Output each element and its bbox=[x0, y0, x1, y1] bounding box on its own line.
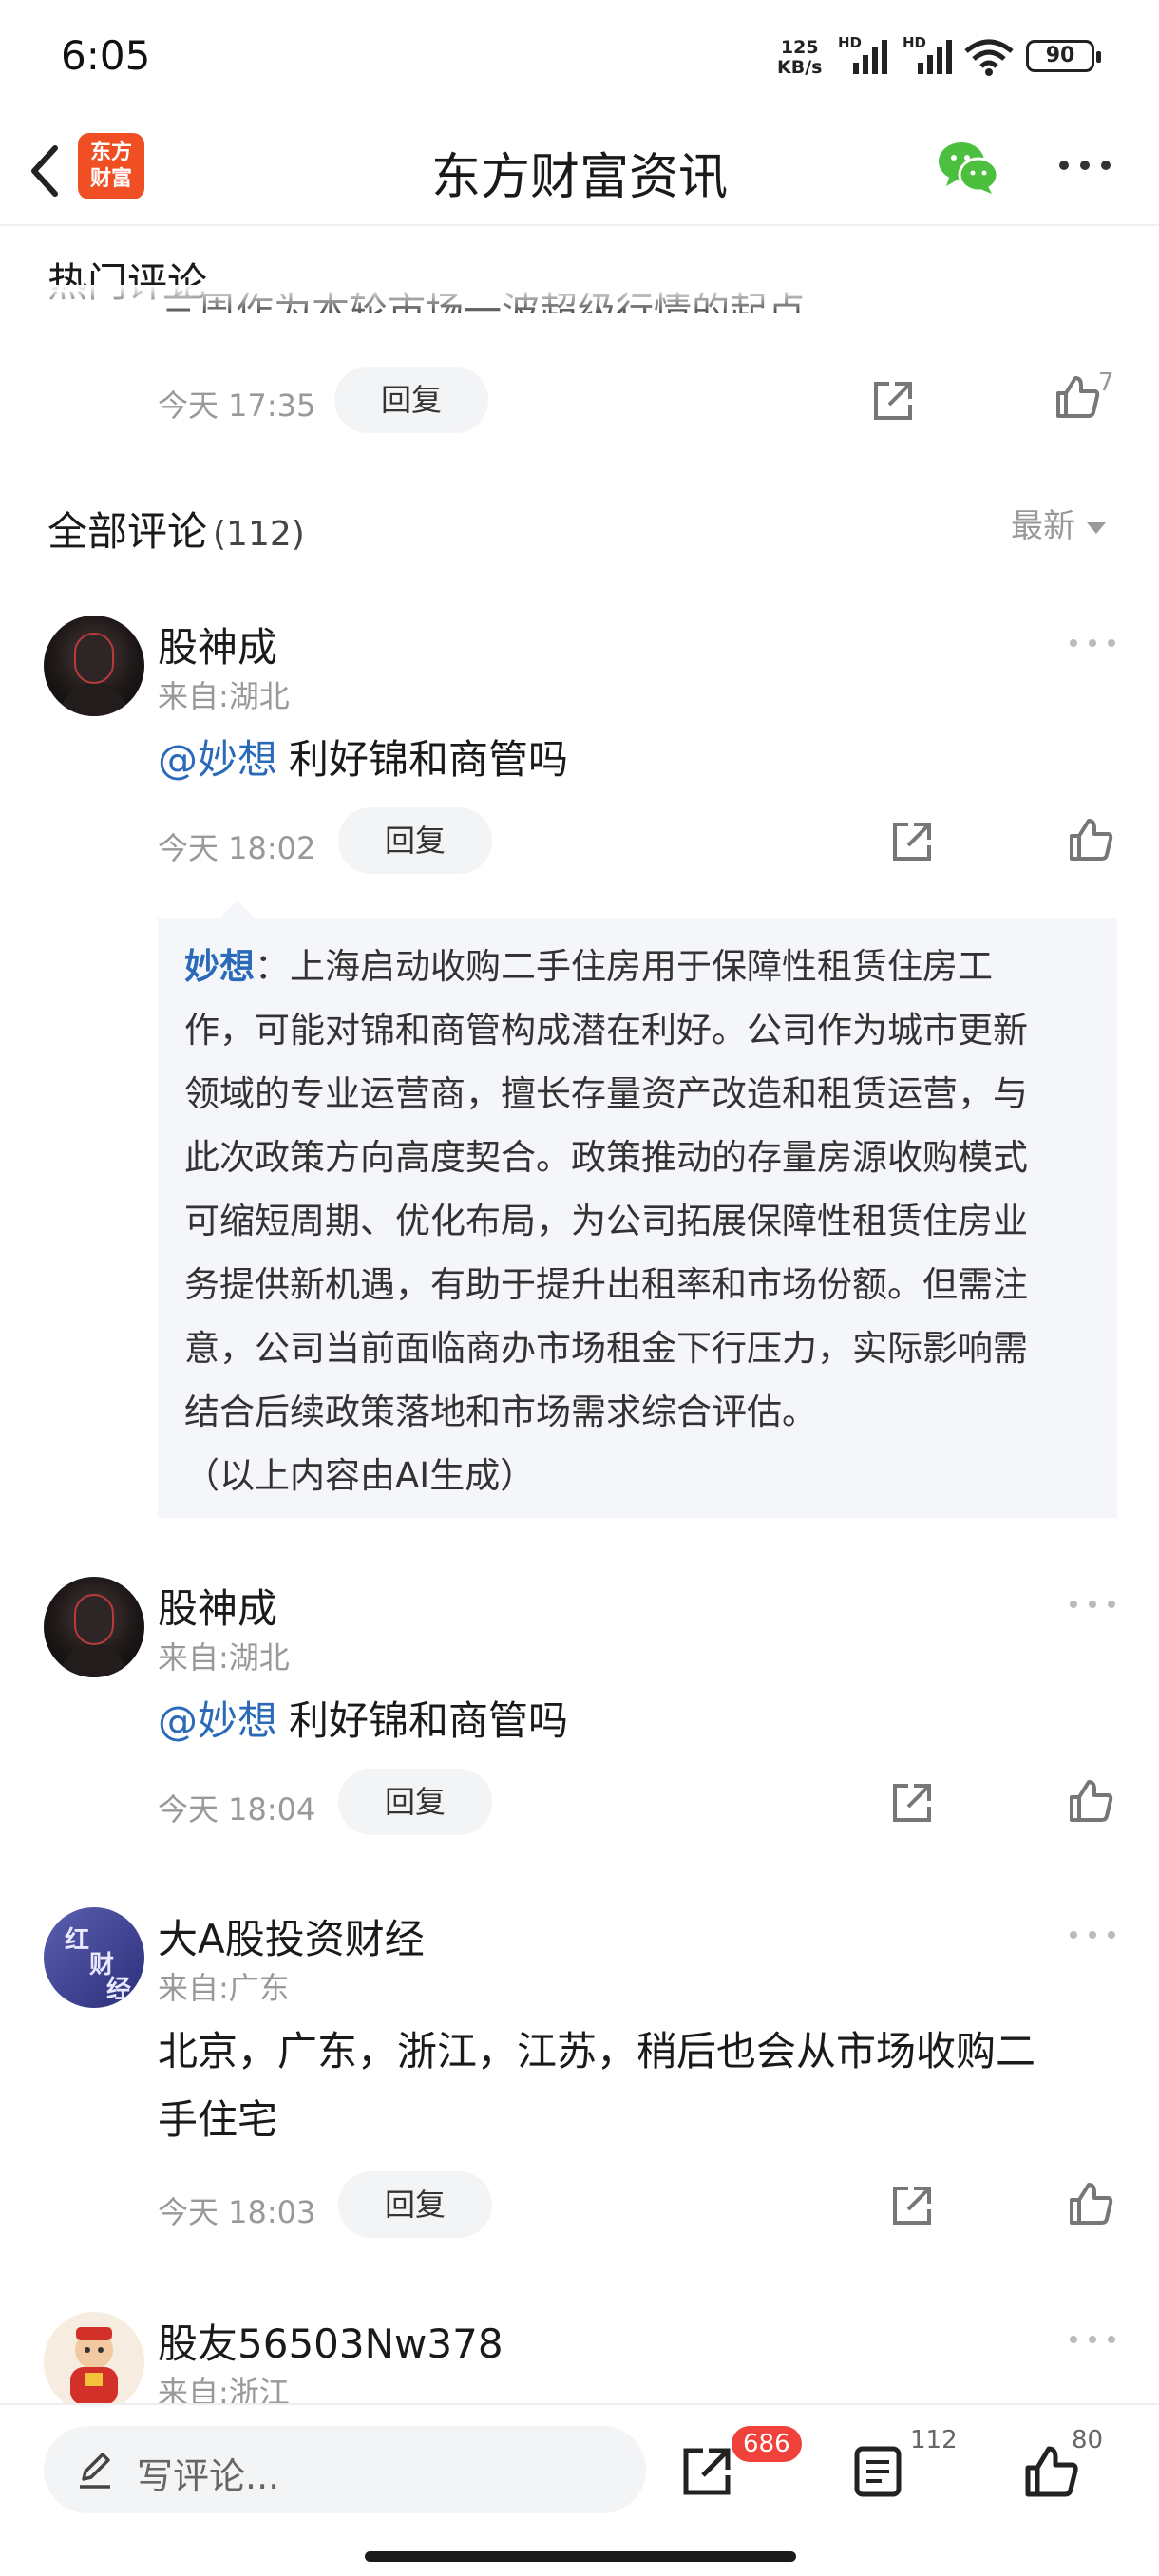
wechat-share-button[interactable] bbox=[937, 135, 999, 198]
comment-text: 北京，广东，浙江，江苏，稍后也会从市场收购二 手住宅 bbox=[158, 2017, 1036, 2154]
comment-text: @妙想 利好锦和商管吗 bbox=[158, 1687, 568, 1755]
comment-time: 今天 18:04 bbox=[158, 1791, 316, 1828]
ai-reply-author[interactable]: 妙想 bbox=[184, 946, 255, 987]
like-icon[interactable] bbox=[1066, 1776, 1115, 1826]
network-speed-value: 125 bbox=[780, 37, 819, 58]
comment-time: 今天 17:35 bbox=[158, 388, 316, 424]
ai-generated-note: （以上内容由AI生成） bbox=[184, 1455, 536, 1496]
status-time: 6:05 bbox=[61, 32, 151, 79]
all-comments-label: 全部评论 bbox=[48, 508, 208, 555]
bottom-action-bar: 写评论... 686 112 80 bbox=[0, 2403, 1159, 2576]
like-count: 80 bbox=[1072, 2426, 1104, 2454]
all-comments-title: 全部评论 (112) bbox=[48, 500, 305, 558]
network-speed: 125 KB/s bbox=[777, 38, 822, 78]
comment-body: 利好锦和商管吗 bbox=[289, 736, 569, 783]
avatar[interactable] bbox=[44, 1577, 144, 1677]
reply-button[interactable]: 回复 bbox=[338, 1769, 492, 1835]
ai-reply-line: 结合后续政策落地和市场需求综合评估。 bbox=[184, 1392, 817, 1432]
more-dots-icon bbox=[1059, 161, 1111, 170]
reply-button[interactable]: 回复 bbox=[338, 2171, 492, 2238]
like-icon[interactable] bbox=[1066, 2179, 1115, 2228]
like-icon[interactable] bbox=[1053, 372, 1102, 422]
more-options-button[interactable] bbox=[1056, 156, 1113, 175]
sort-dropdown[interactable]: 最新 bbox=[1011, 500, 1106, 546]
logo-line-2: 财富 bbox=[89, 167, 132, 191]
like-button[interactable] bbox=[1022, 2443, 1079, 2500]
avatar[interactable]: 红财经 bbox=[44, 1907, 144, 2008]
share-icon[interactable] bbox=[868, 376, 918, 426]
comment-total-count: (112) bbox=[213, 515, 305, 554]
wechat-icon bbox=[939, 142, 999, 194]
back-arrow-icon bbox=[31, 145, 58, 197]
ai-reply-pointer bbox=[220, 900, 255, 918]
ai-reply-line: 意，公司当前面临商办市场租金下行压力，实际影响需 bbox=[184, 1328, 1028, 1369]
reply-button[interactable]: 回复 bbox=[338, 807, 492, 874]
sort-label: 最新 bbox=[1011, 507, 1075, 545]
user-location: 来自:广东 bbox=[158, 1970, 290, 2006]
signal-icon: HD bbox=[836, 34, 891, 82]
username[interactable]: 大A股投资财经 bbox=[158, 1907, 425, 1965]
share-icon[interactable] bbox=[887, 817, 937, 866]
user-location: 来自:湖北 bbox=[158, 678, 290, 714]
ai-reply-line: 可缩短周期、优化布局，为公司拓展保障性租赁住房业 bbox=[184, 1201, 1028, 1241]
comment-more-icon[interactable] bbox=[1070, 636, 1117, 650]
signal-hd-label: HD bbox=[838, 34, 863, 51]
share-count-badge: 686 bbox=[732, 2426, 802, 2462]
ai-reply-line: 务提供新机遇，有助于提升出租率和市场份额。但需注 bbox=[184, 1264, 1028, 1305]
comment-more-icon[interactable] bbox=[1070, 2333, 1117, 2346]
mention-link[interactable]: @妙想 bbox=[158, 1697, 277, 1744]
battery-indicator: 90 bbox=[1026, 40, 1101, 72]
pencil-icon bbox=[80, 2453, 110, 2489]
ai-reply-box: 妙想：上海启动收购二手住房用于保障性租赁住房工 作，可能对锦和商管构成潜在利好。… bbox=[158, 918, 1117, 1518]
home-indicator[interactable] bbox=[365, 2551, 796, 2562]
network-speed-unit: KB/s bbox=[777, 57, 823, 78]
caret-down-icon bbox=[1087, 521, 1106, 534]
signal-icon-2: HD bbox=[901, 34, 956, 82]
comment-time: 今天 18:03 bbox=[158, 2194, 316, 2230]
user-location: 来自:湖北 bbox=[158, 1639, 290, 1676]
comment-body-line: 北京，广东，浙江，江苏，稍后也会从市场收购二 bbox=[158, 2028, 1036, 2074]
mention-link[interactable]: @妙想 bbox=[158, 736, 277, 783]
comment-list-icon bbox=[854, 2446, 902, 2497]
ai-reply-line: 此次政策方向高度契合。政策推动的存量房源收购模式 bbox=[184, 1137, 1028, 1178]
wifi-icon bbox=[963, 38, 1015, 80]
logo-line-1: 东方 bbox=[89, 141, 132, 164]
write-comment-placeholder: 写评论... bbox=[137, 2455, 280, 2497]
top-nav-bar: 东方 财富 东方财富资讯 bbox=[0, 114, 1159, 226]
comments-button[interactable] bbox=[849, 2443, 906, 2500]
comment-count: 112 bbox=[910, 2426, 958, 2454]
status-bar: 6:05 125 KB/s HD HD 90 bbox=[0, 0, 1159, 114]
comment-text: @妙想 利好锦和商管吗 bbox=[158, 726, 568, 794]
ai-reply-line: 领域的专业运营商，擅长存量资产改造和租赁运营，与 bbox=[184, 1073, 1028, 1114]
comment-time: 今天 18:02 bbox=[158, 830, 316, 866]
username[interactable]: 股友56503Nw378 bbox=[158, 2312, 504, 2370]
like-count: 7 bbox=[1098, 369, 1114, 397]
share-button[interactable] bbox=[678, 2443, 735, 2500]
share-icon[interactable] bbox=[887, 1778, 937, 1828]
username[interactable]: 股神成 bbox=[158, 1577, 277, 1635]
ai-reply-line: 作，可能对锦和商管构成潜在利好。公司作为城市更新 bbox=[184, 1010, 1028, 1051]
scroll-fade bbox=[0, 285, 1159, 338]
username[interactable]: 股神成 bbox=[158, 616, 277, 673]
back-button[interactable] bbox=[19, 135, 76, 201]
share-icon bbox=[683, 2448, 731, 2495]
comment-more-icon[interactable] bbox=[1070, 1598, 1117, 1611]
eastmoney-logo[interactable]: 东方 财富 bbox=[78, 133, 144, 199]
comment-body: 利好锦和商管吗 bbox=[289, 1697, 569, 1744]
share-icon[interactable] bbox=[887, 2181, 937, 2230]
comment-more-icon[interactable] bbox=[1070, 1928, 1117, 1941]
ai-reply-line: ：上海启动收购二手住房用于保障性租赁住房工 bbox=[255, 946, 993, 987]
like-icon[interactable] bbox=[1066, 815, 1115, 864]
like-icon bbox=[1025, 2446, 1078, 2497]
reply-button[interactable]: 回复 bbox=[334, 367, 488, 433]
avatar[interactable] bbox=[44, 2312, 144, 2413]
signal-hd-label-2: HD bbox=[902, 34, 927, 51]
write-comment-input[interactable]: 写评论... bbox=[44, 2426, 646, 2513]
comment-body-line: 手住宅 bbox=[158, 2096, 278, 2143]
avatar[interactable] bbox=[44, 616, 144, 716]
